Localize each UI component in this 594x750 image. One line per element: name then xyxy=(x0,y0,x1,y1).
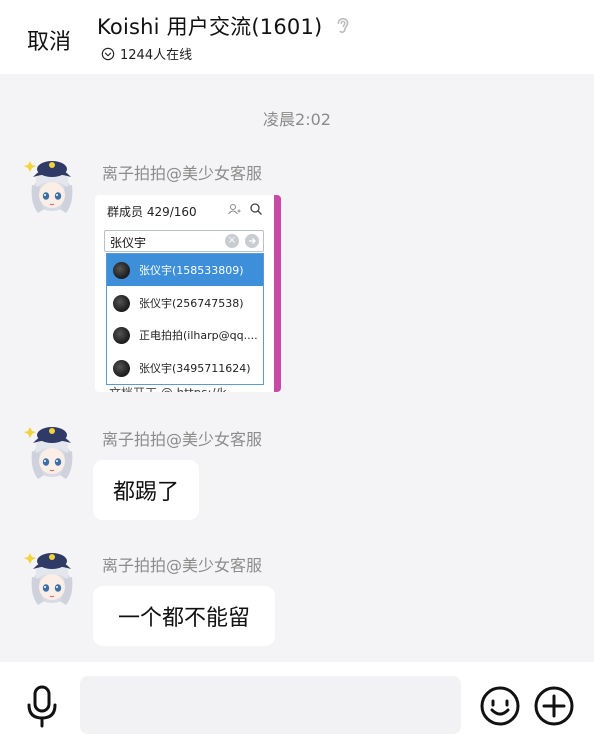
message-timestamp: 凌晨2:02 xyxy=(263,110,331,129)
clear-icon: × xyxy=(225,234,239,248)
title-row[interactable]: Koishi 用户交流(1601) xyxy=(97,11,354,41)
image-edge xyxy=(274,195,281,392)
list-item: 张仪宇(158533809) xyxy=(107,254,263,286)
cancel-button[interactable]: 取消 xyxy=(27,24,71,56)
chat-header: 取消 Koishi 用户交流(1601) 1244人在线 xyxy=(0,0,594,74)
smiley-icon[interactable] xyxy=(479,685,521,727)
result-avatar xyxy=(113,294,130,312)
image-header-icons xyxy=(227,202,263,216)
result-avatar xyxy=(113,261,130,279)
online-count: 1244人在线 xyxy=(120,48,193,63)
image-message[interactable]: 群成员 429/160 张仪宇 × 张仪宇(158533809) 张仪宇(256… xyxy=(95,195,281,392)
search-icon xyxy=(250,203,262,215)
message-input[interactable] xyxy=(80,676,461,734)
group-title: Koishi 用户交流(1601) xyxy=(97,15,323,39)
plus-circle-icon[interactable] xyxy=(533,685,575,727)
avatar[interactable] xyxy=(22,547,78,607)
chevron-down-circle-icon xyxy=(101,47,115,60)
image-search-text: 张仪宇 xyxy=(110,236,147,250)
sender-name: 离子拍拍@美少女客服 xyxy=(102,430,263,449)
arrow-right-icon xyxy=(245,234,259,248)
microphone-icon[interactable] xyxy=(24,685,60,729)
avatar[interactable] xyxy=(22,421,78,481)
message-bubble[interactable]: 一个都不能留 xyxy=(93,586,275,646)
image-member-count: 群成员 429/160 xyxy=(107,205,197,219)
image-bottom-text: 文档开工 @ https://k xyxy=(109,384,227,392)
ear-icon xyxy=(337,17,349,33)
list-item: 张仪宇(256747538) xyxy=(107,287,263,319)
image-result-list: 张仪宇(158533809) 张仪宇(256747538) 正电拍拍(ilhar… xyxy=(106,253,264,385)
message-bubble[interactable]: 都踢了 xyxy=(93,460,199,520)
add-member-icon xyxy=(228,204,241,215)
list-item: 张仪宇(3495711624) xyxy=(107,352,263,384)
list-item: 正电拍拍(ilharp@qq.... xyxy=(107,319,263,351)
result-avatar xyxy=(113,326,130,344)
sender-name: 离子拍拍@美少女客服 xyxy=(102,164,263,183)
avatar[interactable] xyxy=(22,155,78,215)
image-search-box: 张仪宇 × xyxy=(104,230,264,252)
sender-name: 离子拍拍@美少女客服 xyxy=(102,556,263,575)
result-avatar xyxy=(113,359,130,377)
online-status[interactable]: 1244人在线 xyxy=(101,44,192,63)
